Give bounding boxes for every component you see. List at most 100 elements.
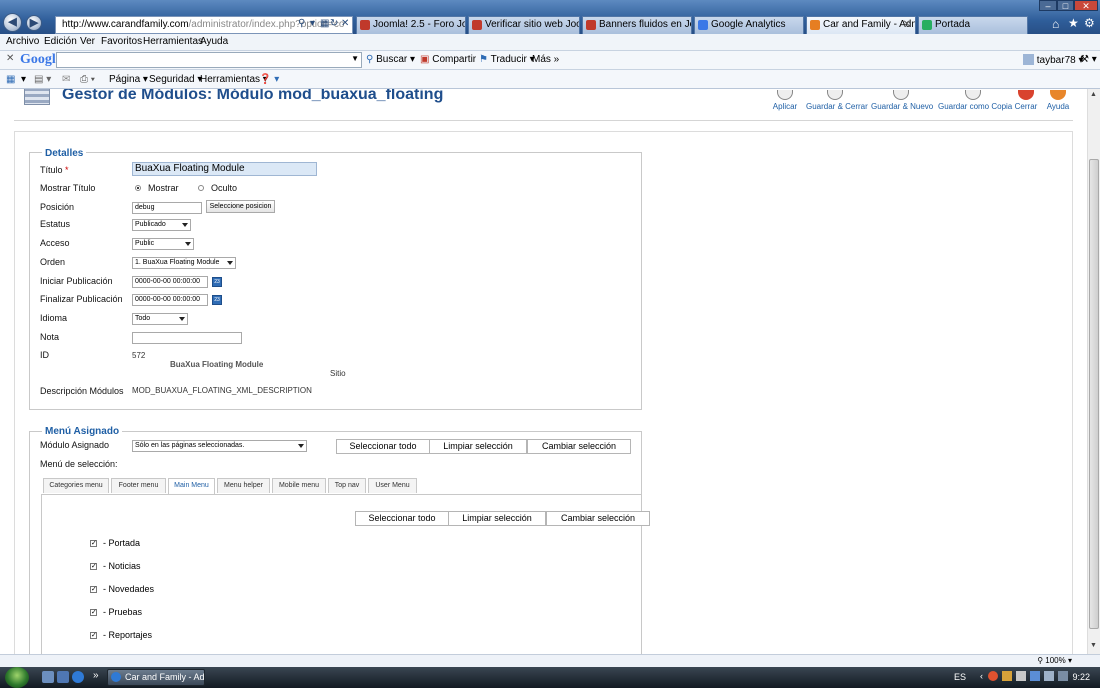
search-icon[interactable]: ⚲ (298, 16, 305, 32)
tab-main-menu[interactable]: Main Menu (168, 478, 215, 494)
clock[interactable]: 9:22 (1072, 672, 1090, 682)
vertical-scrollbar[interactable]: ▲ ▼ (1087, 89, 1100, 654)
access-select[interactable]: Public (132, 238, 194, 250)
rss-feed-icon[interactable]: ▤ ▾ (34, 74, 51, 85)
close-button[interactable]: Cerrar (1014, 90, 1038, 111)
close-tab-icon[interactable]: ✕ (903, 17, 911, 33)
user-account-button[interactable]: taybar78 ▾ (1023, 54, 1084, 66)
save-close-button[interactable]: Guardar & Cerrar (806, 90, 868, 111)
menu-item-checkbox[interactable]: ✓ (90, 632, 97, 639)
panel-select-all-button[interactable]: Seleccionar todo (355, 511, 449, 526)
translate-button[interactable]: ⚑ Traducir ▾ (479, 54, 535, 65)
menu-archivo[interactable]: Archivo (6, 36, 39, 47)
add-favorite-icon[interactable]: ▦ (6, 74, 15, 85)
menu-item-checkbox[interactable]: ✓ (90, 609, 97, 616)
tab-user-menu[interactable]: User Menu (368, 478, 417, 493)
tab-categories-menu[interactable]: Categories menu (43, 478, 109, 493)
chevron-down-icon[interactable]: ▼ (351, 54, 359, 63)
publish-start-input[interactable]: 0000-00-00 00:00:00 (132, 276, 208, 288)
tab-menu-helper[interactable]: Menu helper (217, 478, 270, 493)
stop-icon[interactable]: ✕ (341, 16, 349, 32)
menu-edicion[interactable]: Edición (44, 36, 77, 47)
tray-expand-icon[interactable]: ‹ (980, 671, 983, 681)
toggle-selection-button[interactable]: Cambiar selección (527, 439, 631, 454)
publish-end-input[interactable]: 0000-00-00 00:00:00 (132, 294, 208, 306)
select-position-button[interactable]: Seleccione posicion (206, 200, 275, 213)
panel-clear-selection-button[interactable]: Limpiar selección (448, 511, 546, 526)
scrollbar-thumb[interactable] (1089, 159, 1099, 629)
internet-explorer-icon[interactable] (72, 671, 84, 683)
chevron-down-icon[interactable]: ▾ (21, 74, 26, 85)
back-button[interactable]: ◀ (3, 13, 22, 32)
google-search-button[interactable]: ⚲ Buscar ▾ (366, 54, 415, 65)
menu-herramientas[interactable]: Herramientas (143, 36, 203, 47)
save-new-button[interactable]: Guardar & Nuevo (871, 90, 933, 111)
scroll-up-icon[interactable]: ▲ (1090, 91, 1097, 98)
apply-button[interactable]: Aplicar (772, 90, 798, 111)
menu-ayuda[interactable]: Ayuda (200, 36, 228, 47)
tray-icon[interactable] (1030, 671, 1040, 681)
panel-toggle-selection-button[interactable]: Cambiar selección (546, 511, 650, 526)
minimize-button[interactable]: – (1039, 0, 1057, 11)
maximize-button[interactable]: □ (1057, 0, 1074, 11)
address-bar[interactable]: http://www.carandfamily.com/administrato… (55, 16, 353, 34)
close-toolbar-icon[interactable]: ✕ (6, 53, 14, 64)
tab-car-and-family-admin[interactable]: Car and Family - Adm... ✕ (806, 16, 916, 34)
menu-favoritos[interactable]: Favoritos (101, 36, 142, 47)
tab-footer-menu[interactable]: Footer menu (111, 478, 166, 493)
hide-title-radio[interactable] (198, 185, 204, 191)
show-desktop-icon[interactable] (42, 671, 54, 683)
quick-launch-more-icon[interactable]: » (93, 670, 99, 681)
tools-menu[interactable]: Herramientas ▾ (200, 74, 268, 85)
tab-google-analytics[interactable]: Google Analytics (694, 16, 804, 34)
page-menu[interactable]: Página ▾ (109, 74, 148, 85)
tab-portada[interactable]: Portada (918, 16, 1028, 34)
help-button[interactable]: Ayuda (1046, 90, 1070, 111)
security-menu[interactable]: Seguridad ▾ (149, 74, 202, 85)
calendar-icon[interactable]: 23 (212, 277, 222, 287)
tab-joomla-forum[interactable]: Joomla! 2.5 - Foro Joomla... (356, 16, 466, 34)
volume-icon[interactable] (1044, 671, 1054, 681)
tab-top-nav[interactable]: Top nav (328, 478, 366, 493)
language-select[interactable]: Todo (132, 313, 188, 325)
start-button[interactable] (5, 667, 29, 688)
close-window-button[interactable]: ✕ (1074, 0, 1098, 11)
network-icon[interactable] (1002, 671, 1012, 681)
share-button[interactable]: ▣ Compartir (420, 54, 476, 65)
forward-button[interactable]: ▶ (26, 15, 42, 31)
menu-ver[interactable]: Ver (80, 36, 95, 47)
show-title-radio[interactable] (135, 185, 141, 191)
more-button[interactable]: Más » (532, 54, 559, 65)
tools-gear-icon[interactable]: ⚙ (1084, 16, 1095, 30)
favorites-star-icon[interactable]: ★ (1068, 16, 1079, 30)
taskbar-item-browser[interactable]: Car and Family - Ad... (107, 669, 205, 686)
print-icon[interactable]: ⎙ ▾ (80, 74, 95, 85)
zoom-control[interactable]: ⚲ 100% ▾ (1037, 656, 1072, 665)
language-indicator[interactable]: ES (954, 672, 966, 682)
tray-icon[interactable] (1058, 671, 1068, 681)
tab-verify-site[interactable]: Verificar sitio web Joomla... (468, 16, 580, 34)
tab-banners[interactable]: Banners fluidos en Joomla... (582, 16, 692, 34)
module-assignment-select[interactable]: Sólo en las páginas seleccionadas. (132, 440, 307, 452)
antivirus-icon[interactable] (988, 671, 998, 681)
status-select[interactable]: Publicado (132, 219, 191, 231)
tab-mobile-menu[interactable]: Mobile menu (272, 478, 326, 493)
help-icon[interactable]: ❓ ▾ (259, 74, 279, 85)
wrench-icon[interactable]: ⚒ ▾ (1080, 54, 1097, 65)
title-input[interactable]: BuaXua Floating Module (132, 162, 317, 176)
google-search-input[interactable]: ▼ (56, 52, 362, 68)
position-input[interactable]: debug (132, 202, 202, 214)
dropdown-icon[interactable]: ▾ (310, 16, 315, 32)
compat-view-icon[interactable]: ▦ (320, 16, 329, 32)
scroll-down-icon[interactable]: ▼ (1090, 642, 1097, 649)
menu-item-checkbox[interactable]: ✓ (90, 540, 97, 547)
mail-icon[interactable]: ✉ (62, 74, 70, 85)
select-all-button[interactable]: Seleccionar todo (336, 439, 430, 454)
clear-selection-button[interactable]: Limpiar selección (429, 439, 527, 454)
refresh-icon[interactable]: ↻ (330, 16, 338, 32)
order-select[interactable]: 1. BuaXua Floating Module (132, 257, 236, 269)
menu-item-checkbox[interactable]: ✓ (90, 586, 97, 593)
calendar-icon[interactable]: 23 (212, 295, 222, 305)
home-icon[interactable]: ⌂ (1052, 17, 1059, 31)
menu-item-checkbox[interactable]: ✓ (90, 563, 97, 570)
